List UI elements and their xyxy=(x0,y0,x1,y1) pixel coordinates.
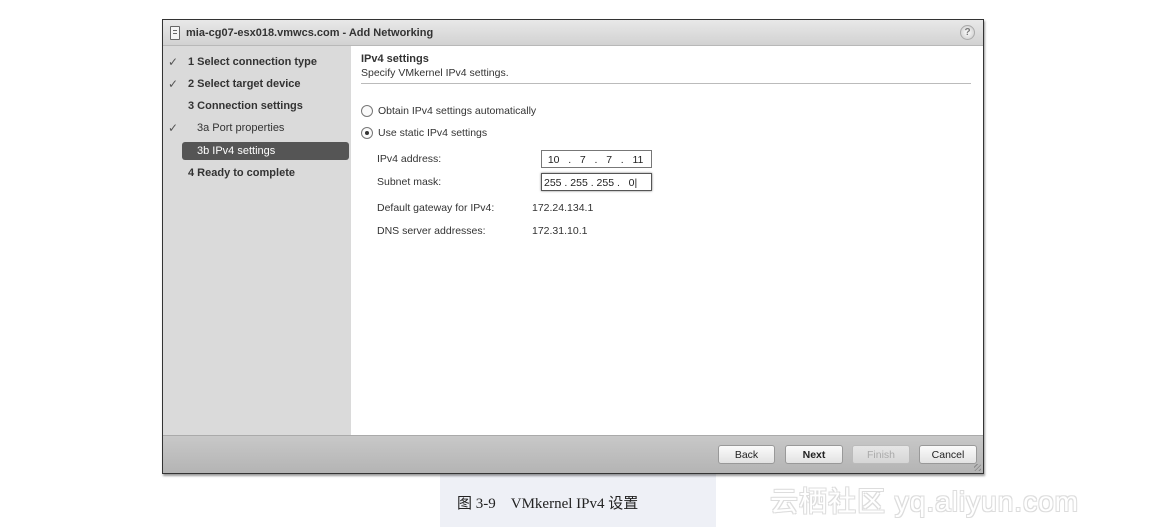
step-select-connection-type[interactable]: ✓ 1 Select connection type xyxy=(163,53,351,71)
back-button[interactable]: Back xyxy=(718,445,775,464)
next-button[interactable]: Next xyxy=(785,445,843,464)
divider xyxy=(361,83,971,84)
finish-button: Finish xyxy=(852,445,910,464)
radio-button[interactable] xyxy=(361,127,373,139)
radio-label: Obtain IPv4 settings automatically xyxy=(378,105,537,117)
step-ready-to-complete[interactable]: 4 Ready to complete xyxy=(163,164,351,182)
step-label: 4 Ready to complete xyxy=(188,167,295,179)
gateway-value: 172.24.134.1 xyxy=(532,202,594,214)
step-connection-settings[interactable]: 3 Connection settings xyxy=(163,97,351,115)
radio-label: Use static IPv4 settings xyxy=(378,127,488,139)
subnet-mask-input[interactable]: 255 . 255 . 255 . 0| xyxy=(541,173,652,191)
add-networking-dialog: mia-cg07-esx018.vmwcs.com - Add Networki… xyxy=(162,19,984,474)
step-label: 3a Port properties xyxy=(197,122,285,134)
step-label: 3b IPv4 settings xyxy=(197,145,276,157)
step-ipv4-settings[interactable]: 3b IPv4 settings xyxy=(182,142,349,160)
ipv4-address-label: IPv4 address: xyxy=(377,153,442,165)
subnet-mask-label: Subnet mask: xyxy=(377,176,442,188)
resize-grip-icon[interactable] xyxy=(974,464,981,471)
figure-caption: 图 3-9 VMkernel IPv4 设置 xyxy=(457,496,639,512)
section-subtitle: Specify VMkernel IPv4 settings. xyxy=(361,67,509,79)
section-title: IPv4 settings xyxy=(361,53,429,65)
check-icon: ✓ xyxy=(168,77,179,91)
help-icon[interactable]: ? xyxy=(960,25,975,40)
dns-value: 172.31.10.1 xyxy=(532,225,588,237)
check-icon: ✓ xyxy=(168,55,179,69)
window-title: mia-cg07-esx018.vmwcs.com - Add Networki… xyxy=(186,26,434,39)
main-content: IPv4 settings Specify VMkernel IPv4 sett… xyxy=(351,46,983,436)
dns-label: DNS server addresses: xyxy=(377,225,486,237)
step-label: 2 Select target device xyxy=(188,78,301,90)
radio-use-static[interactable]: Use static IPv4 settings xyxy=(361,127,487,139)
radio-obtain-automatically[interactable]: Obtain IPv4 settings automatically xyxy=(361,105,536,117)
title-bar: mia-cg07-esx018.vmwcs.com - Add Networki… xyxy=(163,20,983,46)
gateway-label: Default gateway for IPv4: xyxy=(377,202,495,214)
radio-button[interactable] xyxy=(361,105,373,117)
watermark: 云栖社区 yq.aliyun.com xyxy=(770,486,1079,517)
step-label: 1 Select connection type xyxy=(188,56,317,68)
cancel-button[interactable]: Cancel xyxy=(919,445,977,464)
host-icon xyxy=(170,25,180,40)
ipv4-address-input[interactable]: 10 . 7 . 7 . 11 xyxy=(541,150,652,168)
dialog-footer: Back Next Finish Cancel xyxy=(163,435,983,473)
wizard-steps-sidebar: ✓ 1 Select connection type ✓ 2 Select ta… xyxy=(163,46,351,436)
check-icon: ✓ xyxy=(168,121,179,135)
step-select-target-device[interactable]: ✓ 2 Select target device xyxy=(163,75,351,93)
step-port-properties[interactable]: ✓ 3a Port properties xyxy=(163,119,351,137)
step-label: 3 Connection settings xyxy=(188,100,303,112)
